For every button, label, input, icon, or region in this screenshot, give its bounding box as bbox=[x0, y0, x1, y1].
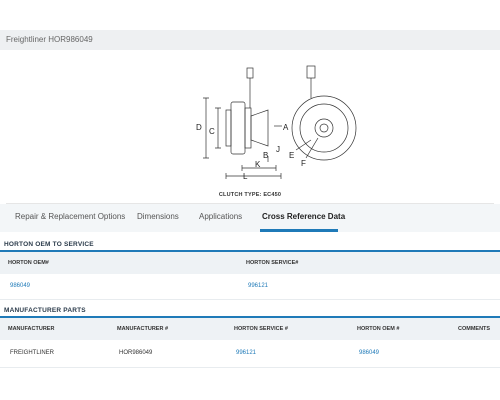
label-a: A bbox=[283, 123, 289, 132]
label-k: K bbox=[255, 160, 261, 169]
tab-dimensions[interactable]: Dimensions bbox=[137, 212, 179, 221]
front-outer-circle bbox=[291, 95, 357, 161]
oem-col-horton-oem: HORTON OEM# bbox=[8, 260, 49, 266]
clutch-hub-shape bbox=[244, 107, 252, 149]
mfr-cell-horton-service[interactable]: 996121 bbox=[236, 350, 256, 356]
leader-e bbox=[295, 139, 312, 151]
clutch-face-shape bbox=[225, 109, 232, 147]
oem-col-horton-service: HORTON SERVICE# bbox=[246, 260, 299, 266]
title-bar: Freightliner HOR986049 bbox=[0, 30, 500, 50]
tab-applications[interactable]: Applications bbox=[199, 212, 242, 221]
oem-table-row: 986049 996121 bbox=[0, 274, 500, 300]
tab-bar: Repair & Replacement Options Dimensions … bbox=[0, 204, 500, 232]
mfr-table-header: MANUFACTURER MANUFACTURER # HORTON SERVI… bbox=[0, 318, 500, 340]
diagram-caption: CLUTCH TYPE: EC450 bbox=[218, 192, 282, 198]
front-mid-circle bbox=[299, 103, 349, 153]
dim-l-line bbox=[225, 173, 282, 179]
clutch-plate-shape bbox=[230, 101, 246, 155]
mfr-section-title: MANUFACTURER PARTS bbox=[4, 307, 86, 314]
tab-cross-reference[interactable]: Cross Reference Data bbox=[262, 212, 345, 221]
mfr-col-manufacturer-number: MANUFACTURER # bbox=[117, 326, 169, 332]
oem-table-header: HORTON OEM# HORTON SERVICE# bbox=[0, 252, 500, 274]
mfr-cell-horton-oem[interactable]: 986049 bbox=[359, 350, 379, 356]
label-d: D bbox=[196, 123, 202, 132]
front-connector bbox=[306, 65, 316, 79]
label-f: F bbox=[301, 159, 306, 168]
top-bar bbox=[0, 0, 500, 30]
side-connector bbox=[246, 67, 254, 79]
mfr-col-manufacturer: MANUFACTURER bbox=[8, 326, 55, 332]
page-title: Freightliner HOR986049 bbox=[6, 35, 93, 44]
mfr-col-comments: COMMENTS bbox=[458, 326, 491, 332]
label-j: J bbox=[276, 145, 280, 154]
mfr-cell-manufacturer: FREIGHTLINER bbox=[10, 350, 55, 356]
label-l: L bbox=[243, 172, 248, 181]
clutch-body-shape bbox=[250, 109, 269, 147]
mfr-col-horton-service: HORTON SERVICE # bbox=[234, 326, 288, 332]
front-hub-circle bbox=[314, 118, 334, 138]
oem-cell-horton-oem[interactable]: 986049 bbox=[10, 283, 30, 289]
label-b: B bbox=[263, 151, 268, 160]
oem-cell-horton-service[interactable]: 996121 bbox=[248, 283, 268, 289]
oem-section-title: HORTON OEM TO SERVICE bbox=[4, 241, 94, 248]
mfr-cell-manufacturer-number: HOR986049 bbox=[119, 350, 153, 356]
product-image: D C A J B K L E F CLUTCH TYPE: EC450 bbox=[6, 58, 494, 204]
mfr-col-horton-oem: HORTON OEM # bbox=[357, 326, 400, 332]
front-center-circle bbox=[319, 123, 329, 133]
tab-repair-replacement[interactable]: Repair & Replacement Options bbox=[15, 212, 125, 221]
mfr-table-row: FREIGHTLINER HOR986049 996121 986049 bbox=[0, 340, 500, 368]
label-c: C bbox=[209, 127, 215, 136]
label-e: E bbox=[289, 151, 294, 160]
active-tab-indicator bbox=[260, 229, 338, 232]
dim-c-line bbox=[215, 107, 221, 149]
clutch-diagram: D C A J B K L E F bbox=[196, 65, 357, 181]
leader-f bbox=[305, 137, 319, 159]
